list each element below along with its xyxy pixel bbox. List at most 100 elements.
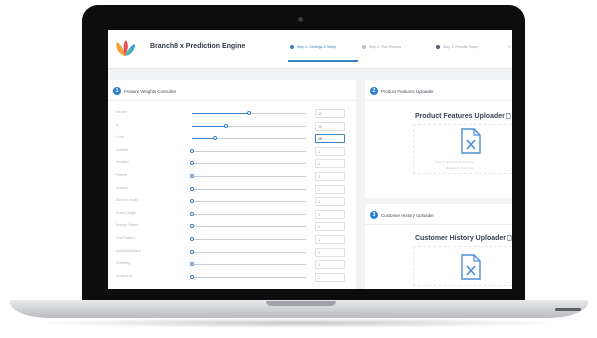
drop-hint: Drop or drag files to this area (435, 160, 474, 164)
weight-label: Dress Length (116, 210, 137, 215)
weight-input[interactable]: 1 (315, 209, 345, 219)
laptop-shadow (28, 318, 568, 328)
weight-row: Fold Pattern 1 (108, 234, 356, 246)
weight-slider[interactable] (190, 174, 306, 178)
weight-slider[interactable] (190, 262, 306, 267)
weight-row: Neckline 1 (108, 158, 356, 170)
document-icon: 🗋 (505, 114, 511, 120)
weight-label: Color (116, 135, 125, 140)
weight-input[interactable]: 1 (315, 272, 345, 282)
webcam (298, 17, 303, 22)
weight-label: Al (116, 122, 120, 127)
step-2-label: Step 2: Run Results (369, 45, 401, 49)
uploader-heading: Customer History Uploader🗋 (415, 234, 512, 244)
slider-thumb[interactable] (190, 199, 194, 204)
weight-input[interactable]: 1 (315, 159, 345, 169)
slider-thumb[interactable] (190, 161, 194, 166)
active-step-underline (288, 60, 358, 62)
step-1-label: Step 1: Settings & Setup (297, 45, 337, 49)
weight-label: Bottom Pattern (116, 223, 139, 228)
step-dot-icon (436, 45, 440, 49)
panel-title: Feature Weights Controller (124, 89, 177, 94)
slider-thumb[interactable] (224, 123, 229, 128)
panel-header: 3 Customer History Uploader (365, 204, 512, 225)
panel-header: 1 Feature Weights Controller (108, 80, 356, 101)
slider-thumb[interactable] (190, 186, 194, 191)
weight-row: Sharpness 1 (108, 272, 356, 284)
app-header: Branch8 x Prediction Engine Step 1: Sett… (108, 30, 512, 69)
weight-input[interactable]: 1 (315, 184, 345, 194)
uploader-heading: Product Features Uploader🗋 (415, 112, 511, 122)
slider-fill (192, 125, 227, 127)
weight-slider[interactable] (190, 249, 306, 254)
weight-label: Pattern (116, 173, 127, 177)
weight-slider[interactable] (190, 186, 306, 191)
customer-history-panel: 3 Customer History Uploader Customer His… (365, 204, 512, 289)
app-title: Branch8 x Prediction Engine (150, 43, 246, 50)
weight-input[interactable]: 1 (315, 197, 345, 207)
weight-label: Fold Pattern (116, 236, 135, 240)
slider-thumb[interactable] (247, 111, 251, 115)
slider-thumb[interactable] (190, 224, 194, 229)
weight-input[interactable]: 1 (315, 235, 345, 244)
weight-input[interactable]: 10 (315, 121, 345, 131)
weight-label: Season (116, 185, 128, 190)
laptop-indicator (555, 308, 581, 311)
petal-logo-icon[interactable] (114, 39, 136, 57)
step-3-label: Step 3: Results Graph (443, 45, 479, 49)
excel-file-icon (461, 128, 481, 154)
weight-slider[interactable] (190, 274, 306, 279)
weight-slider[interactable] (190, 237, 306, 241)
step-badge: 2 (370, 87, 378, 95)
weight-row: Color 10 (108, 133, 356, 145)
weight-row: Bottom Pattern 1 (108, 221, 356, 233)
step-2-tab[interactable]: Step 2: Run Results (362, 45, 401, 49)
weight-slider[interactable] (192, 136, 306, 141)
slider-fill (192, 138, 215, 140)
weight-slider[interactable] (190, 211, 306, 216)
step-dot-icon (290, 45, 294, 49)
step-1-tab[interactable]: Step 1: Settings & Setup (290, 45, 336, 49)
weight-row: Al 10 (108, 121, 356, 133)
weight-label: Sharpness (116, 273, 133, 278)
product-features-panel: 2 Product Features Uploader Product Feat… (365, 80, 512, 198)
weight-input[interactable]: 1 (315, 260, 345, 270)
step-3-tab[interactable]: Step 3: Results Graph (436, 45, 478, 49)
weight-row: Material 1 (108, 146, 356, 158)
panel-title: Product Features Uploader (381, 89, 434, 94)
weight-row: Shrinking 1 (108, 259, 356, 271)
weight-slider[interactable] (190, 199, 306, 204)
uploader-heading-text: Customer History Uploader (415, 235, 507, 242)
weight-slider[interactable] (192, 111, 306, 115)
laptop-screen: Branch8 x Prediction Engine Step 1: Sett… (108, 30, 512, 289)
panel-title: Customer History Uploader (381, 213, 434, 218)
weight-row: Pattern 1 (108, 171, 356, 183)
weight-input[interactable]: 10 (315, 109, 345, 118)
weight-slider[interactable] (192, 123, 306, 128)
weight-row: Waist/Waistband 1 (108, 247, 356, 259)
slider-thumb[interactable] (190, 262, 194, 267)
slider-thumb[interactable] (190, 148, 194, 153)
weight-input[interactable]: 1 (315, 222, 345, 232)
weight-slider[interactable] (190, 161, 306, 166)
slider-thumb[interactable] (190, 211, 194, 216)
panel-header: 2 Product Features Uploader (365, 80, 512, 101)
weight-label: Sleeve Length (116, 198, 138, 203)
weight-input[interactable]: 10 (315, 134, 345, 144)
drop-subhint: Allowed file type: xlsx (445, 166, 474, 170)
slider-thumb[interactable] (212, 136, 217, 141)
weight-row: Gender 10 (108, 108, 356, 120)
weight-slider[interactable] (190, 148, 306, 153)
slider-thumb[interactable] (190, 249, 194, 254)
steps-overflow[interactable]: » (508, 44, 511, 50)
weight-input[interactable]: 1 (315, 247, 345, 257)
slider-thumb[interactable] (190, 237, 194, 241)
slider-thumb[interactable] (190, 274, 194, 279)
weight-slider[interactable] (190, 224, 306, 229)
step-badge: 3 (370, 211, 378, 219)
weight-label: Neckline (116, 160, 130, 165)
weight-input[interactable]: 1 (315, 172, 345, 181)
laptop-notch (266, 301, 336, 306)
weight-input[interactable]: 1 (315, 146, 345, 156)
slider-thumb[interactable] (190, 174, 194, 178)
